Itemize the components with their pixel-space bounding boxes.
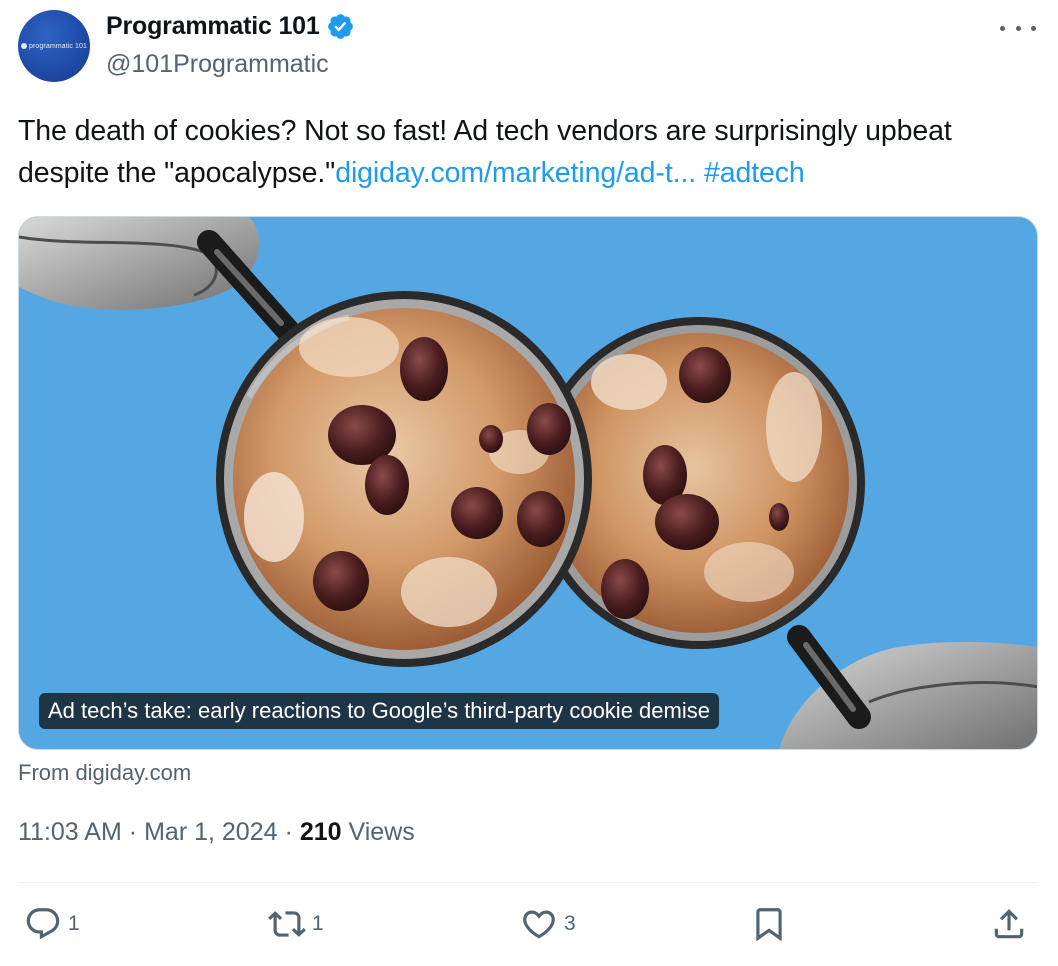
meta-separator: · (128, 818, 138, 846)
author-display-name[interactable]: Programmatic 101 (106, 12, 320, 41)
bookmark-button[interactable] (750, 902, 788, 946)
card-image (19, 217, 1037, 749)
author-name-row: Programmatic 101 (106, 12, 355, 41)
repost-count: 1 (312, 912, 324, 935)
avatar-logo-dot (20, 43, 27, 49)
verified-badge-icon[interactable] (326, 12, 355, 41)
heart-icon (523, 910, 555, 939)
avatar[interactable]: programmatic 101 (18, 10, 90, 82)
reply-icon (26, 908, 60, 940)
meta-separator: · (284, 818, 293, 846)
like-count: 3 (564, 912, 576, 935)
repost-button[interactable]: 1 (268, 902, 324, 946)
divider (18, 882, 1038, 883)
avatar-text: programmatic 101 (28, 42, 87, 50)
more-icon[interactable] (1000, 18, 1036, 38)
tweet-text: The death of cookies? Not so fast! Ad te… (18, 110, 1038, 194)
card-caption: Ad tech’s take: early reactions to Googl… (39, 693, 719, 729)
repost-icon (268, 911, 306, 937)
views-count: 210 (299, 818, 342, 846)
tweet-meta: 11:03 AM · Mar 1, 2024 · 210 Views (18, 818, 415, 847)
share-button[interactable] (990, 902, 1028, 946)
views-label: Views (348, 818, 415, 846)
reply-button[interactable]: 1 (24, 902, 80, 946)
card-source[interactable]: From digiday.com (18, 760, 191, 786)
share-icon (994, 909, 1024, 939)
tweet-hashtag[interactable]: #adtech (704, 157, 805, 189)
like-button[interactable]: 3 (520, 902, 576, 946)
link-card[interactable]: Ad tech’s take: early reactions to Googl… (18, 216, 1038, 750)
tweet-time[interactable]: 11:03 AM (18, 818, 122, 847)
bookmark-icon (756, 908, 782, 942)
reply-count: 1 (68, 912, 80, 935)
tweet-link[interactable]: digiday.com/marketing/ad-t... (335, 157, 696, 189)
tweet-date[interactable]: Mar 1, 2024 (144, 818, 277, 847)
action-bar: 1 1 3 (18, 902, 1040, 946)
author-handle[interactable]: @101Programmatic (106, 50, 329, 79)
